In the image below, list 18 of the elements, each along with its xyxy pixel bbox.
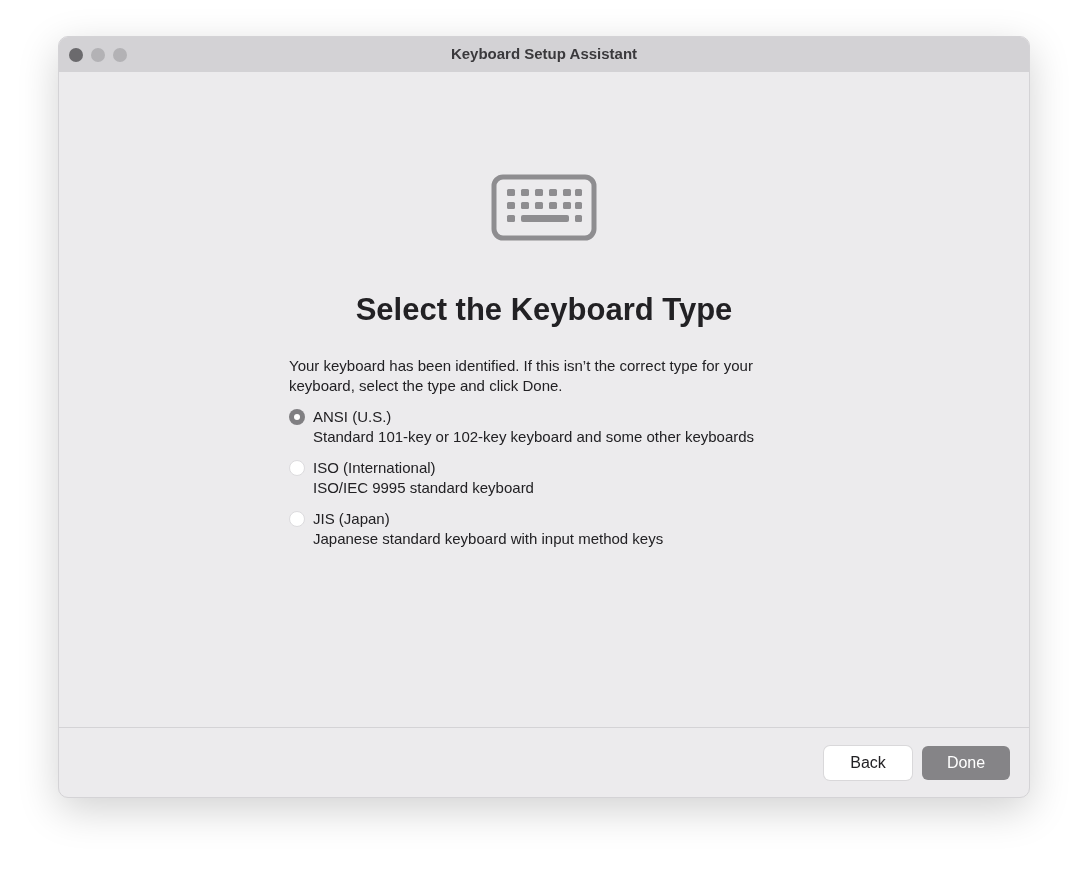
option-description: ISO/IEC 9995 standard keyboard	[313, 477, 534, 498]
window-title: Keyboard Setup Assistant	[450, 44, 638, 65]
option-label[interactable]: ISO (International)	[313, 457, 534, 478]
instructions-text: Your keyboard has been identified. If this isn’t the correct type for your keyboard, select the type and click Done.	[289, 355, 754, 396]
radio-button[interactable]	[289, 510, 305, 527]
option-label[interactable]: ANSI (U.S.)	[313, 406, 755, 427]
zoom-button[interactable]	[113, 47, 127, 62]
done-button[interactable]: Done	[922, 745, 1010, 780]
keyboard-icon	[491, 174, 597, 241]
radio-button[interactable]	[289, 408, 305, 425]
option-label[interactable]: JIS (Japan)	[313, 508, 664, 529]
back-button[interactable]: Back	[824, 745, 912, 780]
option-description: Japanese standard keyboard with input method keys	[313, 528, 664, 549]
minimize-button[interactable]	[91, 47, 105, 62]
close-button[interactable]	[69, 47, 83, 62]
heading: Select the Keyboard Type	[355, 291, 733, 329]
option-description: Standard 101-key or 102-key keyboard and some other keyboards	[313, 426, 755, 447]
radio-button[interactable]	[289, 459, 305, 476]
